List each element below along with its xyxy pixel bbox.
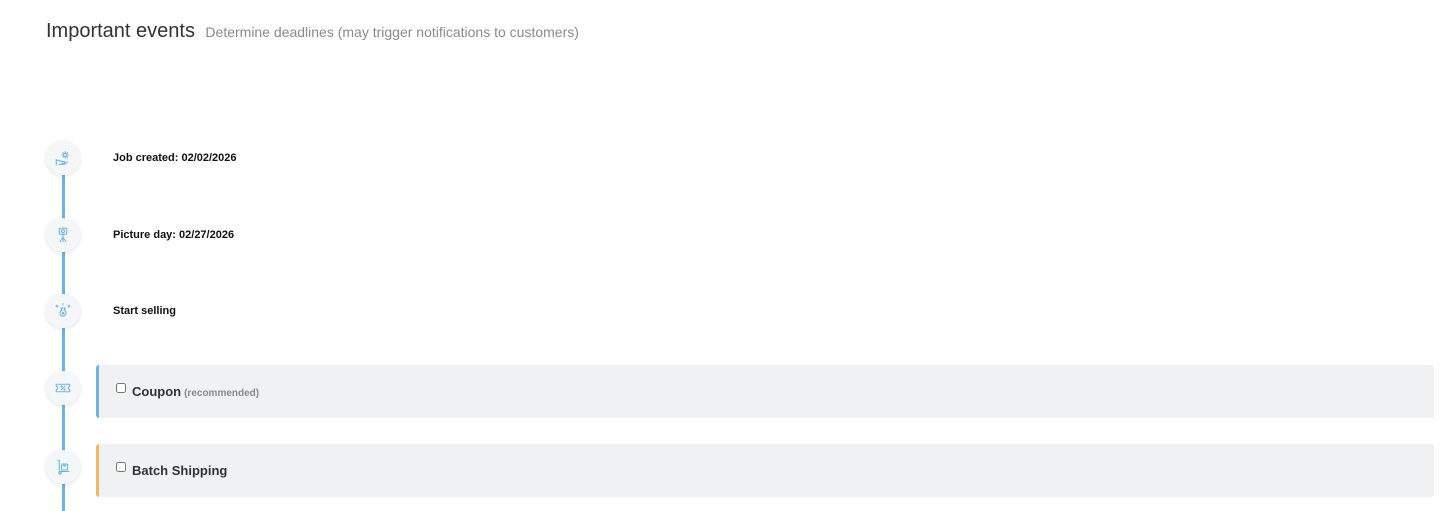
coupon-option-card[interactable]: Coupon (recommended)	[96, 365, 1434, 418]
coupon-ticket-icon	[46, 371, 80, 405]
sparkle-money-icon	[46, 294, 80, 328]
coupon-recommended-note: (recommended)	[184, 388, 260, 399]
coupon-checkbox[interactable]	[116, 383, 126, 393]
gear-hand-icon	[46, 141, 80, 175]
event-job-created: Job created: 02/02/2026	[113, 152, 237, 164]
event-start-selling: Start selling	[113, 305, 176, 317]
event-picture-day: Picture day: 02/27/2026	[113, 229, 235, 241]
section-header: Important events Determine deadlines (ma…	[46, 20, 579, 43]
section-title: Important events	[46, 20, 195, 42]
camera-tripod-icon	[46, 218, 80, 252]
coupon-label-text: Coupon	[132, 384, 182, 399]
hand-truck-box-icon	[46, 450, 80, 484]
batch-shipping-checkbox[interactable]	[116, 462, 126, 472]
batch-shipping-option-card[interactable]: Batch Shipping	[96, 444, 1434, 497]
coupon-option-label: Coupon (recommended)	[132, 384, 259, 399]
section-subtitle: Determine deadlines (may trigger notific…	[205, 24, 579, 40]
important-events-page: Important events Determine deadlines (ma…	[0, 0, 1442, 511]
batch-shipping-label: Batch Shipping	[132, 463, 228, 478]
